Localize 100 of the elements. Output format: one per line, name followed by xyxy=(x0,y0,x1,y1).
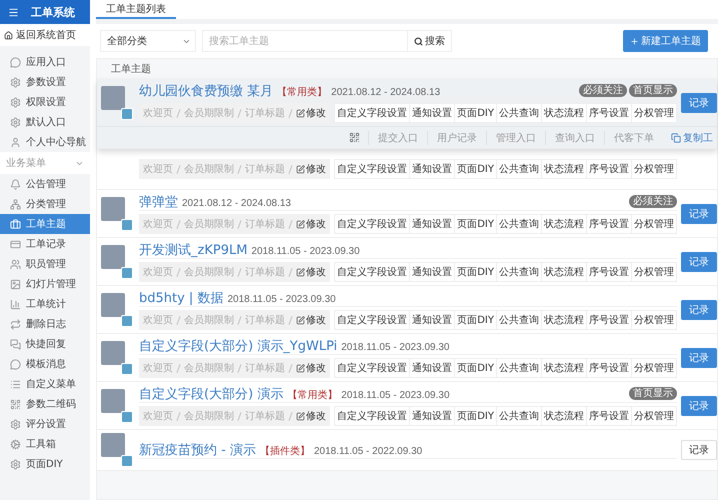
sidebar-item[interactable]: 评分设置 xyxy=(0,414,90,434)
settings-button[interactable]: 自定义字段设置 xyxy=(334,310,410,330)
sidebar-item[interactable]: 模板消息 xyxy=(0,354,90,374)
record-button[interactable]: 记录 xyxy=(681,396,717,416)
settings-button[interactable]: 自定义字段设置 xyxy=(334,103,410,123)
edit-link[interactable]: 修改 xyxy=(296,162,326,176)
settings-button[interactable]: 公共查询 xyxy=(496,262,542,282)
settings-button[interactable]: 状态流程 xyxy=(541,262,587,282)
settings-button[interactable]: 自定义字段设置 xyxy=(334,358,410,378)
settings-button[interactable]: 页面DIY xyxy=(454,159,497,179)
sidebar-item[interactable]: 页面DIY xyxy=(0,454,90,474)
edit-link[interactable]: 修改 xyxy=(296,106,326,120)
sidebar-item[interactable]: 公告管理 xyxy=(0,174,90,194)
new-topic-button[interactable]: 新建工单主题 xyxy=(623,30,708,52)
settings-button[interactable]: 自定义字段设置 xyxy=(334,406,410,426)
settings-button[interactable]: 分权管理 xyxy=(631,310,677,330)
settings-button[interactable]: 页面DIY xyxy=(454,262,497,282)
sidebar-item[interactable]: 职员管理 xyxy=(0,254,90,274)
settings-button[interactable]: 公共查询 xyxy=(496,103,542,123)
edit-link[interactable]: 修改 xyxy=(296,409,326,423)
settings-button[interactable]: 分权管理 xyxy=(631,406,677,426)
sidebar-item[interactable]: 分类管理 xyxy=(0,194,90,214)
settings-button[interactable]: 页面DIY xyxy=(454,103,497,123)
settings-button[interactable]: 页面DIY xyxy=(454,358,497,378)
record-button[interactable]: 记录 xyxy=(681,440,717,460)
sidebar-item[interactable]: 个人中心导航 xyxy=(0,132,90,152)
sidebar-item[interactable]: 参数设置 xyxy=(0,72,90,92)
separator-icon xyxy=(238,220,242,228)
settings-button[interactable]: 序号设置 xyxy=(586,103,632,123)
topic-title[interactable]: 新冠疫苗预约 - 演示 xyxy=(139,441,256,459)
settings-button[interactable]: 状态流程 xyxy=(541,358,587,378)
settings-button[interactable]: 自定义字段设置 xyxy=(334,262,410,282)
edit-link[interactable]: 修改 xyxy=(296,217,326,231)
topic-title[interactable]: bd5hty | 数据 xyxy=(139,289,224,307)
settings-button[interactable]: 公共查询 xyxy=(496,406,542,426)
sidebar-item[interactable]: 权限设置 xyxy=(0,92,90,112)
settings-button[interactable]: 公共查询 xyxy=(496,214,542,234)
topic-title[interactable]: 自定义字段(大部分) 演示 xyxy=(139,385,284,403)
settings-button[interactable]: 公共查询 xyxy=(496,310,542,330)
record-button[interactable]: 记录 xyxy=(681,300,717,320)
topic-title[interactable]: 幼儿园伙食费预缴 某月 xyxy=(139,82,274,100)
settings-button[interactable]: 通知设置 xyxy=(409,358,456,378)
back-link[interactable]: 返回系统首页 xyxy=(0,24,90,46)
sidebar-item[interactable]: 删除日志 xyxy=(0,314,90,334)
record-button[interactable]: 记录 xyxy=(681,92,717,112)
settings-button[interactable]: 公共查询 xyxy=(496,159,542,179)
sidebar-item[interactable]: 幻灯片管理 xyxy=(0,274,90,294)
sidebar-item[interactable]: 工单记录 xyxy=(0,234,90,254)
settings-button[interactable]: 状态流程 xyxy=(541,406,587,426)
settings-button[interactable]: 通知设置 xyxy=(409,103,456,123)
menu-item-icon xyxy=(10,116,21,128)
settings-button[interactable]: 自定义字段设置 xyxy=(334,159,410,179)
settings-button[interactable]: 序号设置 xyxy=(586,406,632,426)
settings-button[interactable]: 通知设置 xyxy=(409,159,456,179)
settings-button[interactable]: 通知设置 xyxy=(409,262,456,282)
topic-title[interactable]: 开发测试_zKP9LM xyxy=(139,241,248,259)
settings-button[interactable]: 分权管理 xyxy=(631,262,677,282)
settings-button[interactable]: 自定义字段设置 xyxy=(334,214,410,234)
settings-button[interactable]: 分权管理 xyxy=(631,103,677,123)
settings-button[interactable]: 通知设置 xyxy=(409,214,456,234)
sidebar-item[interactable]: 工具箱 xyxy=(0,434,90,454)
record-button[interactable]: 记录 xyxy=(681,204,717,224)
edit-link[interactable]: 修改 xyxy=(296,313,326,327)
settings-button[interactable]: 序号设置 xyxy=(586,214,632,234)
menu-icon[interactable] xyxy=(8,6,19,18)
settings-button[interactable]: 状态流程 xyxy=(541,214,587,234)
settings-button[interactable]: 状态流程 xyxy=(541,310,587,330)
record-button[interactable]: 记录 xyxy=(681,348,717,368)
settings-button[interactable]: 页面DIY xyxy=(454,214,497,234)
settings-button[interactable]: 序号设置 xyxy=(586,159,632,179)
edit-link[interactable]: 修改 xyxy=(296,265,326,279)
search-field[interactable]: 搜索工单主题 搜索 xyxy=(202,30,452,52)
sidebar-item[interactable]: 快捷回复 xyxy=(0,334,90,354)
sidebar-item[interactable]: 默认入口 xyxy=(0,112,90,132)
settings-button[interactable]: 通知设置 xyxy=(409,406,456,426)
tab[interactable]: 工单主题列表 xyxy=(96,0,176,19)
settings-button[interactable]: 通知设置 xyxy=(409,310,456,330)
sidebar-item[interactable]: 参数二维码 xyxy=(0,394,90,414)
settings-button[interactable]: 分权管理 xyxy=(631,159,677,179)
settings-button[interactable]: 序号设置 xyxy=(586,358,632,378)
sidebar-item[interactable]: 工单统计 xyxy=(0,294,90,314)
sidebar-item[interactable]: 工单主题 xyxy=(0,214,90,234)
topic-title[interactable]: 自定义字段(大部分) 演示_YgWLPi xyxy=(139,337,338,355)
sidebar-item[interactable]: 自定义菜单 xyxy=(0,374,90,394)
edit-link[interactable]: 修改 xyxy=(296,361,326,375)
category-select[interactable]: 全部分类 xyxy=(100,30,196,52)
record-button[interactable]: 记录 xyxy=(681,252,717,272)
topic-title[interactable]: 弹弹堂 xyxy=(139,193,178,211)
settings-button[interactable]: 分权管理 xyxy=(631,214,677,234)
copy-link[interactable]: 复制工 xyxy=(663,130,713,144)
settings-button[interactable]: 状态流程 xyxy=(541,103,587,123)
sidebar-item[interactable]: 应用入口 xyxy=(0,52,90,72)
settings-button[interactable]: 公共查询 xyxy=(496,358,542,378)
settings-button[interactable]: 页面DIY xyxy=(454,406,497,426)
settings-button[interactable]: 页面DIY xyxy=(454,310,497,330)
settings-button[interactable]: 状态流程 xyxy=(541,159,587,179)
settings-button[interactable]: 序号设置 xyxy=(586,262,632,282)
settings-button[interactable]: 序号设置 xyxy=(586,310,632,330)
qr-code-icon[interactable] xyxy=(349,132,360,143)
settings-button[interactable]: 分权管理 xyxy=(631,358,677,378)
